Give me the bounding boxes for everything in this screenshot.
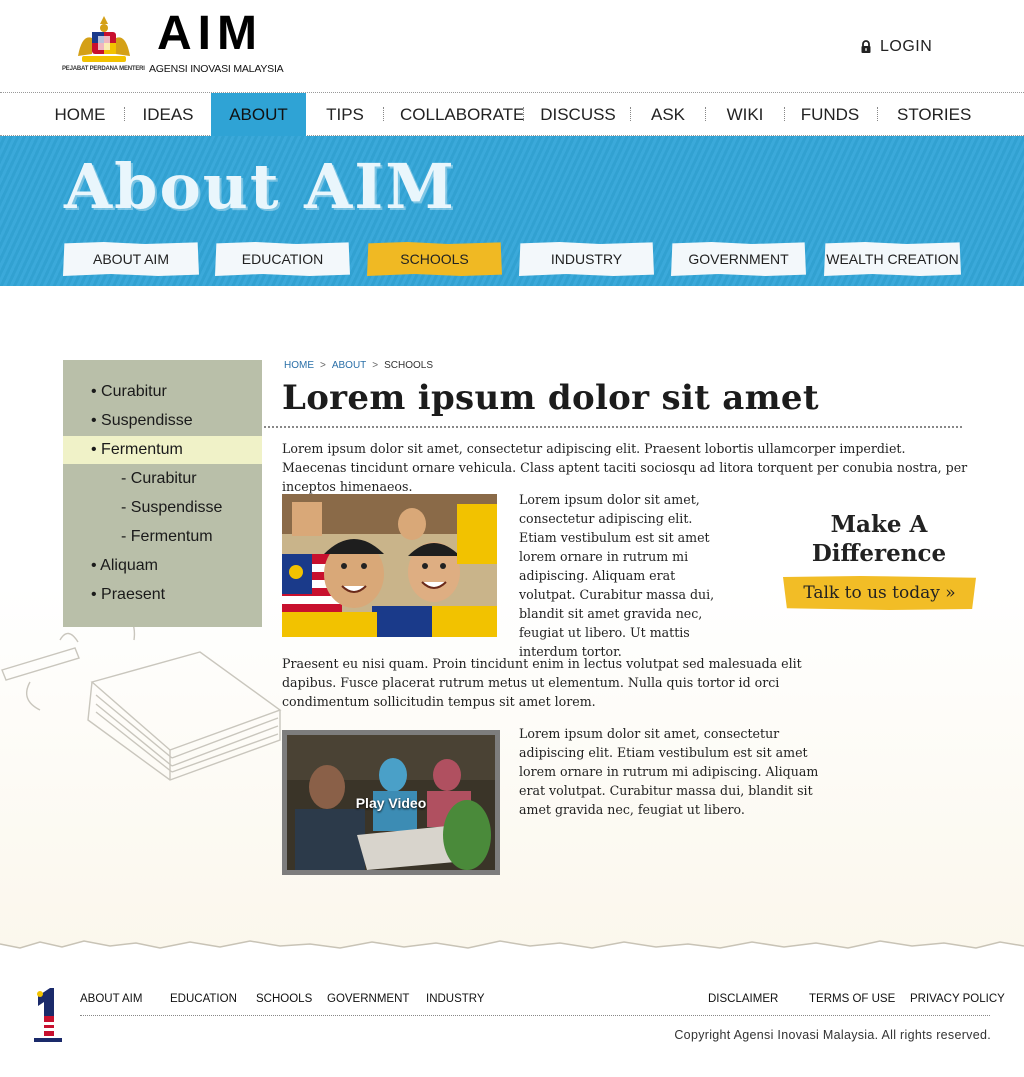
site-footer: ABOUT AIM EDUCATION SCHOOLS GOVERNMENT I… [0, 958, 1024, 1077]
page-title: Lorem ipsum dolor sit amet [282, 378, 819, 418]
nav-separator [523, 107, 524, 121]
footer-divider [80, 1015, 990, 1016]
middle-paragraph: Praesent eu nisi quam. Proin tincidunt e… [282, 656, 802, 709]
nav-separator [124, 107, 125, 121]
aim-logo-subtitle: AGENSI INOVASI MALAYSIA [149, 63, 284, 75]
footer-link-privacy-policy[interactable]: PRIVACY POLICY [910, 993, 1005, 1005]
footer-link-disclaimer[interactable]: DISCLAIMER [708, 993, 778, 1005]
breadcrumb-about-link[interactable]: ABOUT [332, 360, 366, 371]
nav-separator [383, 107, 384, 121]
footer-link-government[interactable]: GOVERNMENT [327, 993, 409, 1005]
lock-icon [860, 40, 872, 54]
side-menu-item-aliquam[interactable]: • Aliquam [63, 552, 262, 580]
side-menu-item-curabitur[interactable]: • Curabitur [63, 378, 262, 406]
breadcrumb-home-link[interactable]: HOME [284, 360, 314, 371]
video-thumbnail: Play Video [287, 735, 495, 870]
title-divider [264, 426, 962, 428]
side-submenu-item-suspendisse[interactable]: - Suspendisse [63, 494, 262, 522]
nav-item-funds[interactable]: FUNDS [800, 93, 860, 136]
subnav-schools[interactable]: SCHOOLS [367, 242, 502, 276]
nav-separator [705, 107, 706, 121]
footer-link-terms-of-use[interactable]: TERMS OF USE [809, 993, 895, 1005]
video-side-paragraph: Lorem ipsum dolor sit amet, consectetur … [519, 726, 819, 817]
side-menu-item-fermentum[interactable]: • Fermentum [63, 436, 262, 464]
breadcrumb-separator: > [320, 360, 326, 371]
side-submenu-item-fermentum[interactable]: - Fermentum [63, 523, 262, 551]
intro-paragraph: Lorem ipsum dolor sit amet, consectetur … [282, 441, 968, 494]
nav-item-ideas[interactable]: IDEAS [138, 93, 198, 136]
subnav-industry[interactable]: INDUSTRY [519, 242, 654, 276]
malaysia-crest-icon [72, 14, 136, 68]
main-navigation: HOME IDEAS ABOUT TIPS COLLABORATE DISCUS… [0, 92, 1024, 136]
nav-item-tips[interactable]: TIPS [320, 93, 370, 136]
nav-item-discuss[interactable]: DISCUSS [540, 93, 616, 136]
nav-item-home[interactable]: HOME [50, 93, 110, 136]
breadcrumb-current: SCHOOLS [384, 360, 434, 371]
nav-item-collaborate[interactable]: COLLABORATE [400, 93, 524, 136]
subnav-wealth-creation[interactable]: WEALTH CREATION [824, 242, 961, 276]
subnav-education[interactable]: EDUCATION [215, 242, 350, 276]
play-video-label[interactable]: Play Video [287, 795, 495, 811]
subnav-government[interactable]: GOVERNMENT [671, 242, 806, 276]
side-submenu-item-curabitur[interactable]: - Curabitur [63, 465, 262, 493]
breadcrumb: HOME > ABOUT > SCHOOLS [284, 360, 433, 371]
book-sketch-illustration [0, 600, 300, 800]
nav-separator [630, 107, 631, 121]
section-banner: About AIM ABOUT AIM EDUCATION SCHOOLS IN… [0, 136, 1024, 286]
aim-logo-wordmark[interactable]: AIM [157, 10, 263, 58]
login-label: LOGIN [880, 38, 933, 55]
side-menu: • Curabitur • Suspendisse • Fermentum - … [63, 360, 262, 627]
copyright-text: Copyright Agensi Inovasi Malaysia. All r… [674, 1028, 991, 1042]
footer-link-education[interactable]: EDUCATION [170, 993, 237, 1005]
side-menu-item-suspendisse[interactable]: • Suspendisse [63, 407, 262, 435]
subnav-about-aim[interactable]: ABOUT AIM [63, 242, 199, 276]
photo-side-paragraph: Lorem ipsum dolor sit amet, consectetur … [519, 492, 715, 659]
make-a-difference-heading: Make A Difference [811, 511, 947, 567]
side-menu-item-praesent[interactable]: • Praesent [63, 581, 262, 609]
torn-paper-edge [0, 936, 1024, 960]
nav-item-wiki[interactable]: WIKI [722, 93, 768, 136]
video-player[interactable]: Play Video [282, 730, 500, 875]
children-flags-photo [282, 494, 497, 637]
site-header: PEJABAT PERDANA MENTERI AIM AGENSI INOVA… [0, 0, 1024, 92]
login-link[interactable]: LOGIN [860, 38, 932, 56]
nav-separator [877, 107, 878, 121]
nav-item-stories[interactable]: STORIES [897, 93, 971, 136]
nav-item-about[interactable]: ABOUT [211, 93, 306, 136]
crest-caption: PEJABAT PERDANA MENTERI [62, 66, 145, 72]
nav-item-ask[interactable]: ASK [646, 93, 690, 136]
nav-separator [784, 107, 785, 121]
footer-link-schools[interactable]: SCHOOLS [256, 993, 312, 1005]
footer-link-industry[interactable]: INDUSTRY [426, 993, 485, 1005]
breadcrumb-separator: > [372, 360, 379, 371]
footer-link-about-aim[interactable]: ABOUT AIM [80, 993, 142, 1005]
1malaysia-logo-icon [30, 986, 64, 1046]
banner-title: About AIM [64, 150, 456, 223]
talk-to-us-button[interactable]: Talk to us today » [783, 576, 976, 610]
